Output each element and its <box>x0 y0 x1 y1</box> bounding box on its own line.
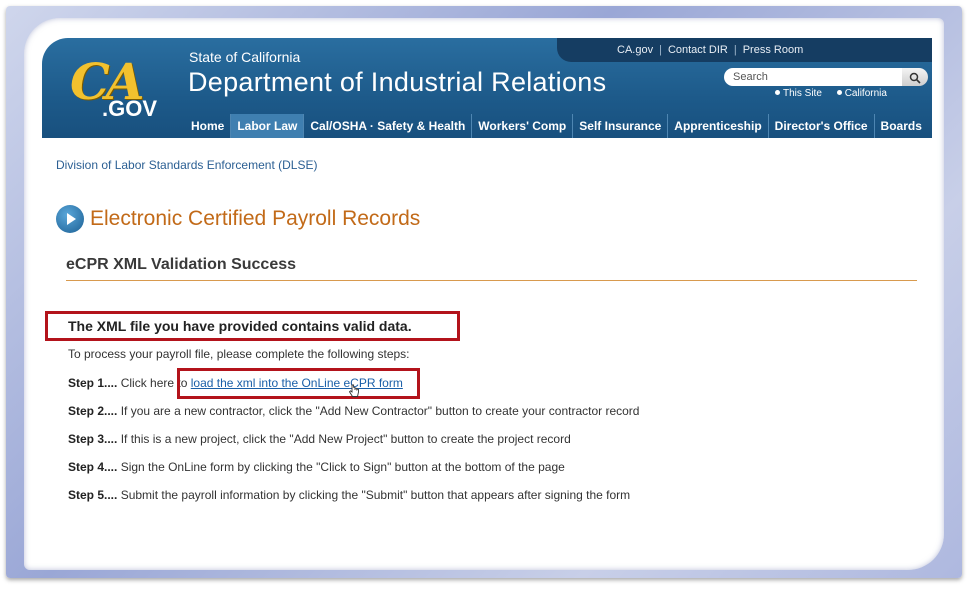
validation-message: The XML file you have provided contains … <box>68 318 412 334</box>
search-button[interactable] <box>902 68 928 86</box>
nav-item-labor-law[interactable]: Labor Law <box>230 114 304 138</box>
page-title: Electronic Certified Payroll Records <box>90 207 421 230</box>
search-scope-california[interactable]: California <box>836 88 887 99</box>
nav-item-self-insurance[interactable]: Self Insurance <box>572 114 667 138</box>
utility-link-cagov[interactable]: CA.gov <box>617 44 653 56</box>
step-label: Step 1.... <box>68 376 118 390</box>
header-title: Department of Industrial Relations <box>188 67 607 97</box>
breadcrumb[interactable]: Division of Labor Standards Enforcement … <box>56 158 317 172</box>
step-label: Step 2.... <box>68 404 118 418</box>
main-nav: Home Labor Law Cal/OSHA · Safety & Healt… <box>185 114 928 138</box>
instructions-intro: To process your payroll file, please com… <box>68 347 410 361</box>
nav-item-boards[interactable]: Boards <box>873 114 928 138</box>
hand-cursor-icon <box>348 384 359 397</box>
section-title: eCPR XML Validation Success <box>66 256 297 273</box>
nav-item-directors-office[interactable]: Director's Office <box>767 114 874 138</box>
ca-gov-logo[interactable]: CA .GOV <box>70 52 190 122</box>
web-page: CA.gov | Contact DIR | Press Room CA .GOV St… <box>42 38 932 553</box>
browser-viewport: CA.gov | Contact DIR | Press Room CA .GOV St… <box>24 18 944 570</box>
nav-item-cal-osha[interactable]: Cal/OSHA · Safety & Health <box>303 114 471 138</box>
play-arrow-icon <box>56 205 84 233</box>
screenshot-frame: CA.gov | Contact DIR | Press Room CA .GOV St… <box>6 6 962 578</box>
step-4: Step 4.... Sign the OnLine form by click… <box>68 460 565 474</box>
search-scope-label: This Site <box>783 88 822 99</box>
radio-dot-icon <box>836 90 842 96</box>
search-input[interactable]: Search <box>724 68 902 86</box>
section-divider <box>66 280 917 281</box>
header-subtitle: State of California <box>189 49 301 65</box>
utility-link-contact[interactable]: Contact DIR <box>668 44 728 56</box>
annotation-highlight-box <box>177 368 420 399</box>
step-label: Step 4.... <box>68 460 118 474</box>
step-2: Step 2.... If you are a new contractor, … <box>68 404 639 418</box>
nav-item-workers-comp[interactable]: Workers' Comp <box>471 114 572 138</box>
step-text: If you are a new contractor, click the "… <box>120 404 640 418</box>
site-header: CA.gov | Contact DIR | Press Room CA .GOV St… <box>42 38 932 138</box>
step-text: Sign the OnLine form by clicking the "Cl… <box>120 460 565 474</box>
step-5: Step 5.... Submit the payroll informatio… <box>68 488 630 502</box>
separator: | <box>659 44 662 56</box>
step-text: Submit the payroll information by clicki… <box>120 488 631 502</box>
radio-dot-icon <box>775 90 780 96</box>
search-scope-label: California <box>844 88 887 99</box>
nav-item-apprenticeship[interactable]: Apprenticeship <box>667 114 767 138</box>
utility-link-press-room[interactable]: Press Room <box>743 44 804 56</box>
logo-gov-text: .GOV <box>102 96 158 121</box>
step-label: Step 3.... <box>68 432 118 446</box>
magnifier-icon <box>909 72 921 84</box>
separator: | <box>733 44 737 56</box>
search-scope: This Site California <box>775 88 899 99</box>
utility-links: CA.gov | Contact DIR | Press Room <box>617 44 803 56</box>
search-scope-this-site[interactable]: This Site <box>775 88 822 99</box>
step-3: Step 3.... If this is a new project, cli… <box>68 432 571 446</box>
step-text: If this is a new project, click the "Add… <box>120 432 571 446</box>
step-label: Step 5.... <box>68 488 118 502</box>
nav-item-home[interactable]: Home <box>185 114 230 138</box>
